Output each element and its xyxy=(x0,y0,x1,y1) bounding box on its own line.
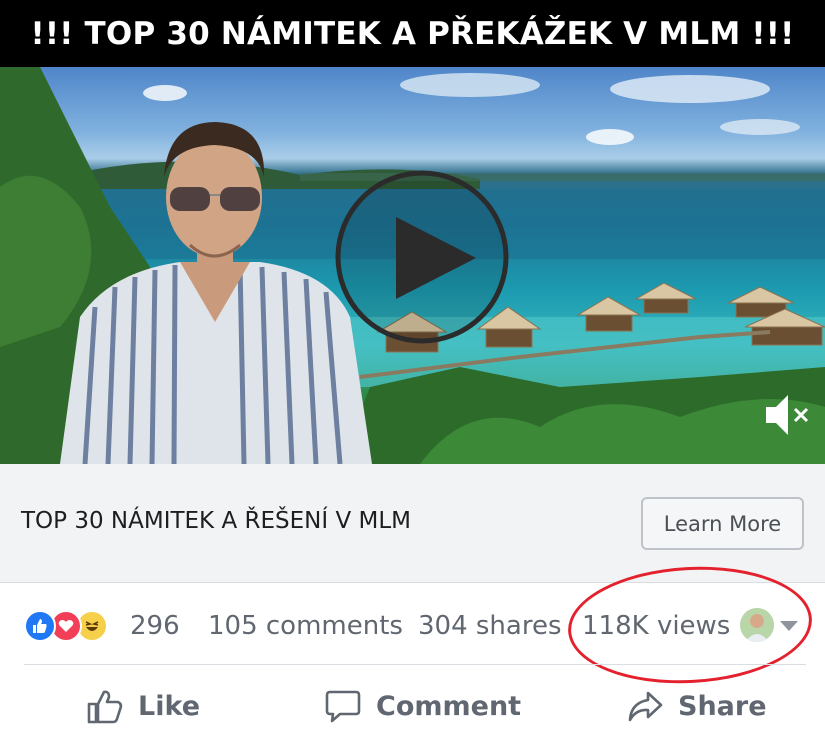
like-label: Like xyxy=(138,690,201,722)
learn-more-button[interactable]: Learn More xyxy=(641,497,804,550)
video-player[interactable] xyxy=(0,67,825,464)
share-arrow-icon xyxy=(628,691,663,722)
comments-count[interactable]: 105 comments xyxy=(208,610,403,642)
thumbs-up-icon xyxy=(87,690,123,724)
cta-title: TOP 30 NÁMITEK A ŘEŠENÍ V MLM xyxy=(21,508,411,534)
play-button[interactable] xyxy=(335,170,509,344)
share-label: Share xyxy=(678,690,767,722)
views-count: 118K views xyxy=(582,611,731,641)
video-thumbnail xyxy=(0,67,825,464)
comment-label: Comment xyxy=(376,690,522,722)
engagement-stats: 296 105 comments 304 shares 118K views xyxy=(0,584,825,664)
comment-bubble-icon xyxy=(325,690,361,723)
comment-button[interactable]: Comment xyxy=(324,685,521,727)
shares-count[interactable]: 304 shares xyxy=(418,610,562,642)
like-button[interactable]: Like xyxy=(86,685,200,727)
call-to-action-bar: TOP 30 NÁMITEK A ŘEŠENÍ V MLM Learn More xyxy=(0,464,825,583)
avatar[interactable] xyxy=(740,608,774,642)
share-button[interactable]: Share xyxy=(626,685,767,727)
reactions-count[interactable]: 296 xyxy=(130,610,180,642)
like-reaction-icon xyxy=(24,610,56,642)
reaction-icons[interactable] xyxy=(24,610,108,642)
action-bar: Like Comment Share xyxy=(0,665,825,752)
chevron-down-icon[interactable] xyxy=(780,621,798,631)
title-banner: !!! TOP 30 NÁMITEK A PŘEKÁŽEK V MLM !!! xyxy=(0,0,825,67)
